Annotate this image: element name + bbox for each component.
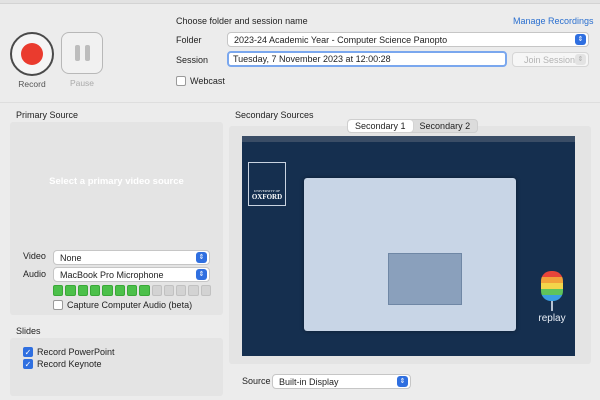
choose-folder-heading: Choose folder and session name <box>176 16 308 26</box>
divider <box>0 102 600 103</box>
chevron-updown-icon: ⇕ <box>196 252 207 263</box>
audio-level-segment <box>139 285 150 296</box>
source-value: Built-in Display <box>279 376 339 387</box>
audio-level-segment <box>176 285 187 296</box>
record-keynote-checkbox[interactable]: ✓ <box>23 359 33 369</box>
record-powerpoint-label: Record PowerPoint <box>37 347 115 357</box>
chevron-updown-icon: ⇕ <box>575 54 586 65</box>
pause-icon <box>74 45 80 61</box>
audio-level-segment <box>102 285 113 296</box>
record-label: Record <box>18 79 46 89</box>
oxford-logo: UNIVERSITY OF OXFORD <box>248 162 286 206</box>
slides-title: Slides <box>16 326 41 336</box>
microphone-icon <box>541 271 563 301</box>
audio-level-segment <box>89 285 101 296</box>
record-control[interactable]: Record <box>10 32 54 89</box>
audio-level-segment <box>126 285 138 296</box>
capture-audio-checkbox[interactable] <box>53 300 63 310</box>
replay-logo: replay <box>534 271 570 341</box>
video-select[interactable]: None ⇕ <box>53 250 210 265</box>
audio-level-segment <box>77 285 88 296</box>
record-keynote-option[interactable]: ✓ Record Keynote <box>23 359 102 369</box>
secondary-preview: UNIVERSITY OF OXFORD replay <box>242 136 575 356</box>
pause-label: Pause <box>69 78 95 88</box>
folder-value: 2023-24 Academic Year - Computer Science… <box>234 34 448 45</box>
audio-label: Audio <box>23 269 47 279</box>
audio-level-segment <box>65 285 76 296</box>
audio-select[interactable]: MacBook Pro Microphone ⇕ <box>53 267 210 282</box>
secondary-tabs: Secondary 1 Secondary 2 <box>347 119 479 133</box>
audio-value: MacBook Pro Microphone <box>60 269 164 280</box>
microphone-stand <box>551 301 553 311</box>
record-powerpoint-checkbox[interactable]: ✓ <box>23 347 33 357</box>
audio-level-segment <box>163 285 175 296</box>
webcast-option[interactable]: Webcast <box>176 76 225 86</box>
chevron-updown-icon: ⇕ <box>196 269 207 280</box>
source-select[interactable]: Built-in Display ⇕ <box>272 374 411 389</box>
audio-level-segment <box>53 285 64 296</box>
pause-control[interactable]: Pause <box>61 32 103 88</box>
oxford-logo-line2: OXFORD <box>251 193 283 201</box>
chevron-updown-icon: ⇕ <box>575 34 586 45</box>
audio-level-meter <box>53 285 212 296</box>
record-button[interactable] <box>10 32 54 76</box>
join-session-label: Join Session <box>524 54 576 65</box>
join-session-select[interactable]: Join Session ⇕ <box>512 52 589 67</box>
record-keynote-label: Record Keynote <box>37 359 102 369</box>
preview-menubar <box>242 136 575 142</box>
capture-audio-option[interactable]: Capture Computer Audio (beta) <box>53 300 192 310</box>
folder-select[interactable]: 2023-24 Academic Year - Computer Science… <box>227 32 589 47</box>
tab-secondary-2[interactable]: Secondary 2 <box>413 120 478 132</box>
primary-source-message: Select a primary video source <box>49 176 184 187</box>
audio-level-segment <box>200 285 212 296</box>
audio-level-segment <box>151 285 162 296</box>
primary-source-title: Primary Source <box>16 110 79 120</box>
session-label: Session <box>176 55 209 65</box>
title-strip <box>0 0 600 4</box>
pause-icon <box>84 45 90 61</box>
manage-recordings-link[interactable]: Manage Recordings <box>513 16 594 26</box>
preview-nested-preview <box>388 253 462 305</box>
tab-secondary-1[interactable]: Secondary 1 <box>348 120 413 132</box>
record-icon <box>21 43 43 65</box>
webcast-label: Webcast <box>190 76 225 86</box>
audio-level-segment <box>114 285 125 296</box>
folder-label: Folder <box>176 35 202 45</box>
audio-level-segment <box>188 285 199 296</box>
pause-button[interactable] <box>61 32 103 74</box>
secondary-sources-title: Secondary Sources <box>235 110 314 120</box>
record-powerpoint-option[interactable]: ✓ Record PowerPoint <box>23 347 115 357</box>
video-value: None <box>60 252 82 263</box>
capture-audio-label: Capture Computer Audio (beta) <box>67 300 193 310</box>
replay-text: replay <box>538 313 566 324</box>
session-name-input[interactable]: Tuesday, 7 November 2023 at 12:00:28 <box>227 51 507 67</box>
chevron-updown-icon: ⇕ <box>397 376 408 387</box>
source-label: Source <box>242 376 271 386</box>
webcast-checkbox[interactable] <box>176 76 186 86</box>
video-label: Video <box>23 251 46 261</box>
